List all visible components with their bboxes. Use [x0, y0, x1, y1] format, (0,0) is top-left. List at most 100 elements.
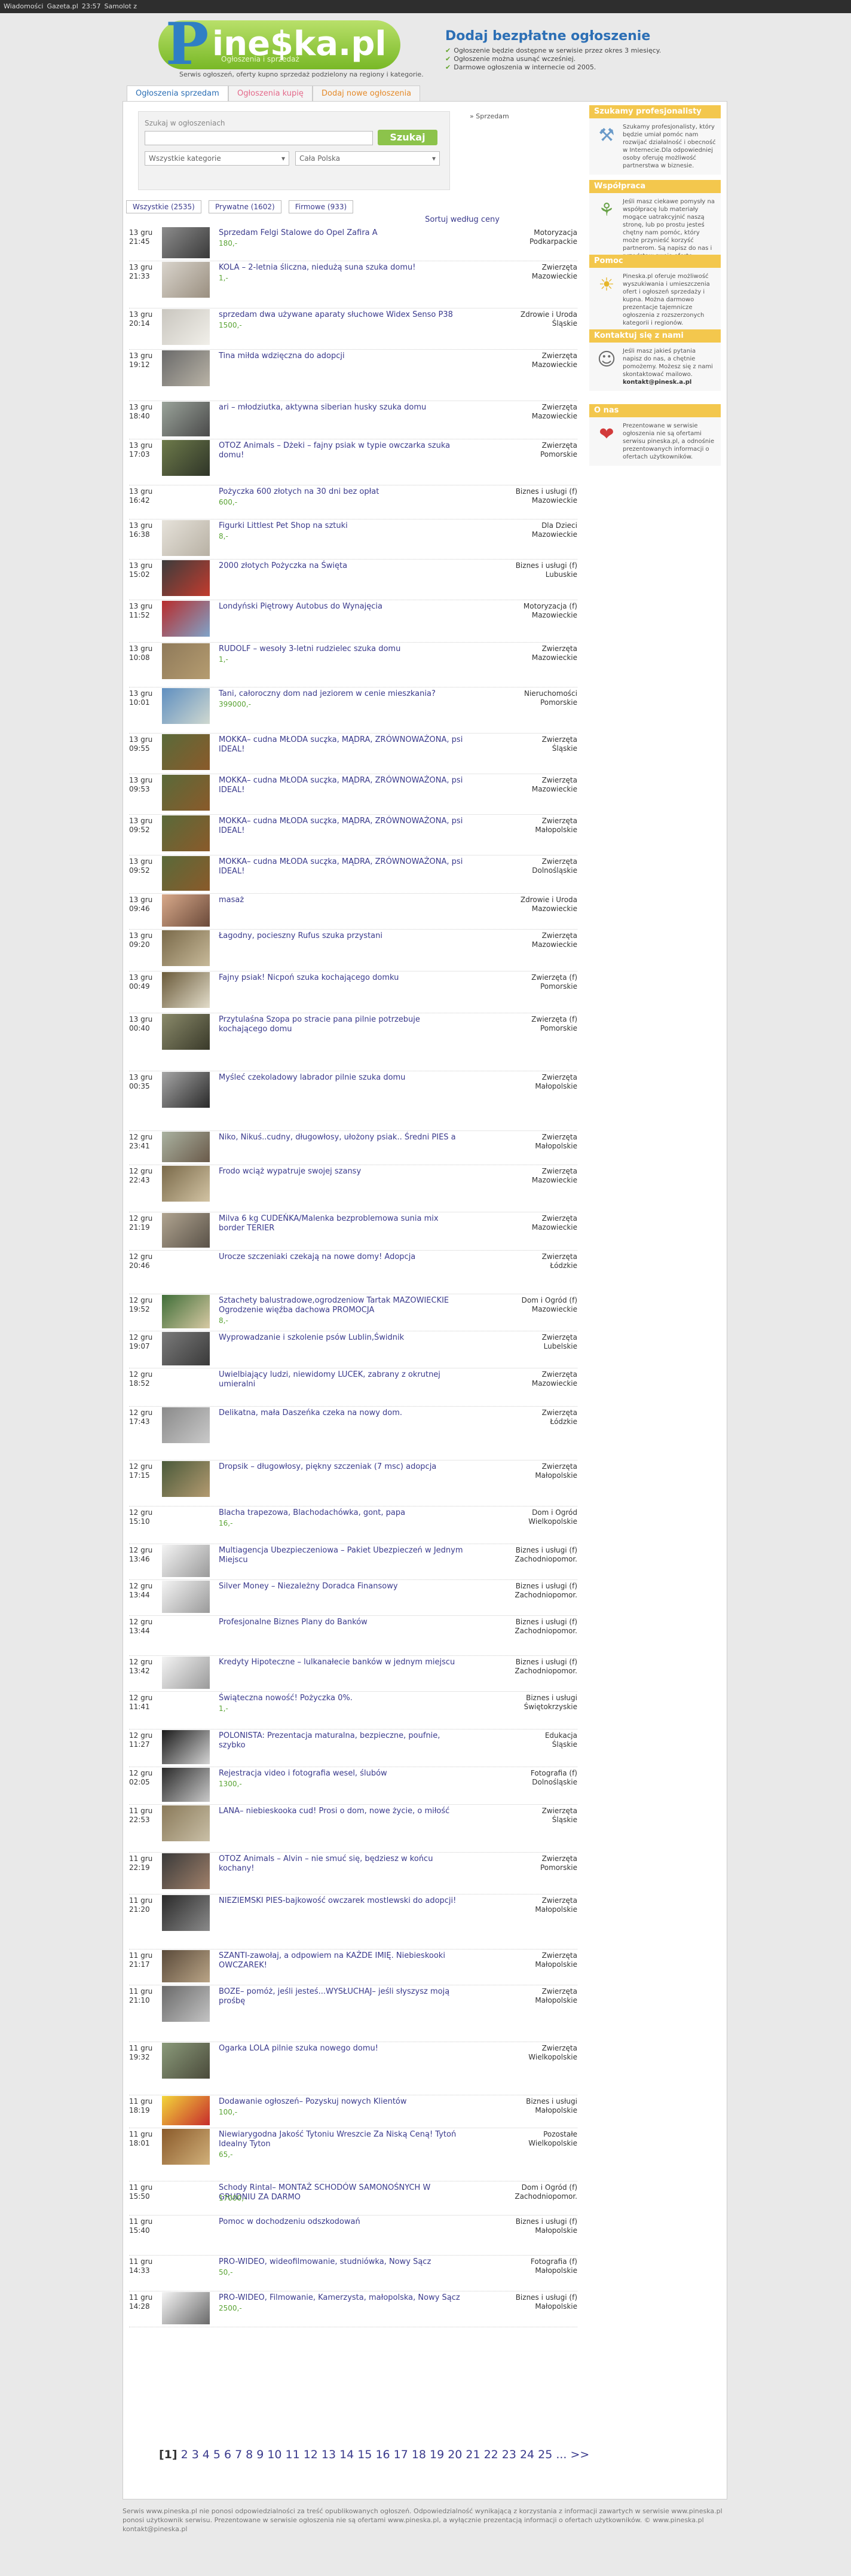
category-name[interactable]: Zwierzęta (f) [458, 973, 577, 982]
listing-thumbnail[interactable] [162, 1407, 210, 1443]
pager-link[interactable]: 10 [267, 2448, 281, 2461]
listing-category[interactable]: Biznes i usługi Świętokrzyskie [458, 1694, 577, 1712]
category-name[interactable]: Dom i Ogród [458, 1508, 577, 1517]
category-name[interactable]: Motoryzacja [458, 228, 577, 237]
category-name[interactable]: Zwierzęta [458, 1133, 577, 1142]
category-name[interactable]: Biznes i usługi [458, 2097, 577, 2106]
table-row[interactable]: 12 gru 13:46 Multiagencja Ubezpieczeniowa… [123, 1545, 589, 1581]
listing-title[interactable]: MOKKA– cudna MŁODA sucz̨ka, MĄDRA, ZRÓWN… [219, 817, 464, 836]
listing-thumbnail[interactable] [162, 1692, 210, 1726]
listing-category[interactable]: Zwierzęta Mazowieckie [458, 931, 577, 949]
category-name[interactable]: Biznes i usługi (f) [458, 1546, 577, 1555]
table-row[interactable]: 13 gru 10:01 Tani, całoroczny dom nad jez… [123, 688, 589, 734]
category-name[interactable]: Zwierzęta [458, 1408, 577, 1417]
listing-category[interactable]: Zwierzęta Pomorskie [458, 441, 577, 459]
listing-title[interactable]: Blacha trapezowa, Blachodachówka, gont, … [219, 1508, 464, 1518]
listing-category[interactable]: Pozostałe Wielkopolskie [458, 2130, 577, 2148]
pager-link[interactable]: 5 [213, 2448, 221, 2461]
listing-title[interactable]: Uwielbiający ludzi, niewidomy LUCEK, zab… [219, 1370, 464, 1389]
listing-thumbnail[interactable] [162, 2043, 210, 2079]
listing-category[interactable]: Dom i Ogród Wielkopolskie [458, 1508, 577, 1526]
category-name[interactable]: Biznes i usługi (f) [458, 1658, 577, 1667]
listing-title[interactable]: masaż [219, 896, 464, 905]
listing-title[interactable]: Kredyty Hipoteczne – lulkanałecie banków… [219, 1658, 464, 1667]
category-name[interactable]: Biznes i usługi (f) [458, 2217, 577, 2226]
category-name[interactable]: Zwierzęta [458, 1987, 577, 1996]
listing-thumbnail[interactable] [162, 1332, 210, 1365]
table-row[interactable]: 13 gru 00:40 Przytulaśna Szopa po stracie… [123, 1014, 589, 1072]
table-row[interactable]: 12 gru 11:27 POLONISTA: Prezentacja matur… [123, 1730, 589, 1768]
tab-buy[interactable]: Ogłoszenia kupię [228, 85, 313, 102]
category-name[interactable]: Biznes i usługi (f) [458, 1618, 577, 1627]
table-row[interactable]: 12 gru 15:10 Blacha trapezowa, Blachodach… [123, 1507, 589, 1545]
listing-title[interactable]: KOLA – 2-letnia śliczna, niedużą suna sz… [219, 263, 464, 273]
search-input[interactable] [145, 131, 373, 145]
listing-thumbnail[interactable] [162, 2096, 210, 2125]
listing-thumbnail[interactable] [162, 227, 210, 258]
pager-link[interactable]: 14 [339, 2448, 354, 2461]
pager-link[interactable]: 16 [375, 2448, 390, 2461]
pager-link[interactable]: 12 [304, 2448, 318, 2461]
listing-thumbnail[interactable] [162, 1657, 210, 1689]
listing-thumbnail[interactable] [162, 1014, 210, 1050]
pager-link[interactable]: 24 [520, 2448, 534, 2461]
listing-title[interactable]: BOZE– pomóż, jeśli jesteś...WYSŁUCHAJ– j… [219, 1987, 464, 2006]
pager-link[interactable]: 20 [448, 2448, 462, 2461]
category-name[interactable]: Fotografia (f) [458, 2257, 577, 2266]
table-row[interactable]: 13 gru 00:35 Myśleć czekoladowy labrador … [123, 1072, 589, 1132]
table-row[interactable]: 11 gru 15:50 Schody Rintal– MONTAŻ SCHODÓ… [123, 2182, 589, 2216]
listing-thumbnail[interactable] [162, 1617, 210, 1652]
listing-title[interactable]: Frodo wciąż wypatruje swojej szansy [219, 1167, 464, 1177]
table-row[interactable]: 13 gru 19:12 Tina miłda wdzięczna do adop… [123, 350, 589, 402]
listing-category[interactable]: Zwierzęta Mazowieckie [458, 352, 577, 369]
tab-sell[interactable]: Ogłoszenia sprzedam [127, 85, 228, 102]
listing-category[interactable]: Zwierzęta Mazowieckie [458, 776, 577, 794]
table-row[interactable]: 13 gru 15:02 2000 złotych Pożyczka na Świ… [123, 560, 589, 601]
listing-category[interactable]: Zdrowie i Uroda Mazowieckie [458, 896, 577, 913]
listing-category[interactable]: Zwierzęta Mazowieckie [458, 1167, 577, 1185]
listing-category[interactable]: Zwierzęta Małopolskie [458, 1073, 577, 1091]
listing-thumbnail[interactable] [162, 1853, 210, 1889]
table-row[interactable]: 13 gru 09:55 MOKKA– cudna MŁODA sucz̨ka, … [123, 734, 589, 775]
listing-category[interactable]: Zwierzęta Łódzkie [458, 1408, 577, 1426]
table-row[interactable]: 12 gru 13:44 Profesjonalne Biznes Plany d… [123, 1617, 589, 1657]
region-select[interactable]: Cała Polska [295, 151, 440, 166]
sidebar-email[interactable]: kontakt@pinesk.a.pl [623, 378, 716, 386]
category-select[interactable]: Wszystkie kategorie [145, 151, 289, 166]
table-row[interactable]: 13 gru 10:08 RUDOLF – wesoły 3-letni rudz… [123, 643, 589, 688]
listing-category[interactable]: Zwierzęta Mazowieckie [458, 644, 577, 662]
listing-title[interactable]: Sprzedam Felgi Stalowe do Opel Zafira A [219, 228, 464, 238]
listing-title[interactable]: ari – młodziutka, aktywna siberian husky… [219, 403, 464, 412]
listing-category[interactable]: Zwierzęta Mazowieckie [458, 1370, 577, 1388]
table-row[interactable]: 13 gru 16:38 Figurki Littlest Pet Shop na… [123, 520, 589, 560]
category-name[interactable]: Zwierzęta [458, 1951, 577, 1960]
table-row[interactable]: 13 gru 11:52 Londyński Piętrowy Autobus d… [123, 601, 589, 643]
listing-category[interactable]: Zwierzęta Małopolskie [458, 817, 577, 835]
pager-link[interactable]: 3 [192, 2448, 199, 2461]
pager-link[interactable]: 13 [322, 2448, 336, 2461]
listing-thumbnail[interactable] [162, 1581, 210, 1613]
pager-link[interactable]: 7 [235, 2448, 242, 2461]
listing-thumbnail[interactable] [162, 1132, 210, 1162]
listing-title[interactable]: Łagodny, pocieszny Rufus szuka przystani [219, 931, 464, 941]
table-row[interactable]: 11 gru 22:53 LANA– niebieskooka cud! Pros… [123, 1805, 589, 1853]
listing-category[interactable]: Zwierzęta Mazowieckie [458, 403, 577, 421]
listing-category[interactable]: Dla Dzieci Mazowieckie [458, 521, 577, 539]
listing-category[interactable]: Zwierzęta (f) Pomorskie [458, 1015, 577, 1033]
listing-thumbnail[interactable] [162, 440, 210, 476]
table-row[interactable]: 11 gru 18:19 Dodawanie ogłoszeń– Pozyskuj… [123, 2096, 589, 2129]
listing-title[interactable]: LANA– niebieskooka cud! Prosi o dom, now… [219, 1807, 464, 1816]
table-row[interactable]: 13 gru 09:20 Łagodny, pocieszny Rufus szu… [123, 930, 589, 972]
listing-category[interactable]: Zdrowie i Uroda Śląskie [458, 310, 577, 328]
listing-thumbnail[interactable] [162, 972, 210, 1008]
table-row[interactable]: 12 gru 11:41 Świąteczna nowość! Pożyczka … [123, 1692, 589, 1730]
add-listing-title[interactable]: Dodaj bezpłatne ogłoszenie [445, 29, 650, 44]
listing-category[interactable]: Biznes i usługi (f) Zachodniopomor. [458, 1618, 577, 1636]
listing-category[interactable]: Biznes i usługi (f) Mazowieckie [458, 487, 577, 505]
listing-thumbnail[interactable] [162, 486, 210, 517]
category-name[interactable]: Biznes i usługi (f) [458, 487, 577, 496]
listing-category[interactable]: Zwierzęta Lubelskie [458, 1333, 577, 1351]
pager-link[interactable]: 25 [538, 2448, 552, 2461]
category-name[interactable]: Zwierzęta [458, 1073, 577, 1082]
listing-title[interactable]: RUDOLF – wesoły 3-letni rudzielec szuka … [219, 644, 464, 654]
